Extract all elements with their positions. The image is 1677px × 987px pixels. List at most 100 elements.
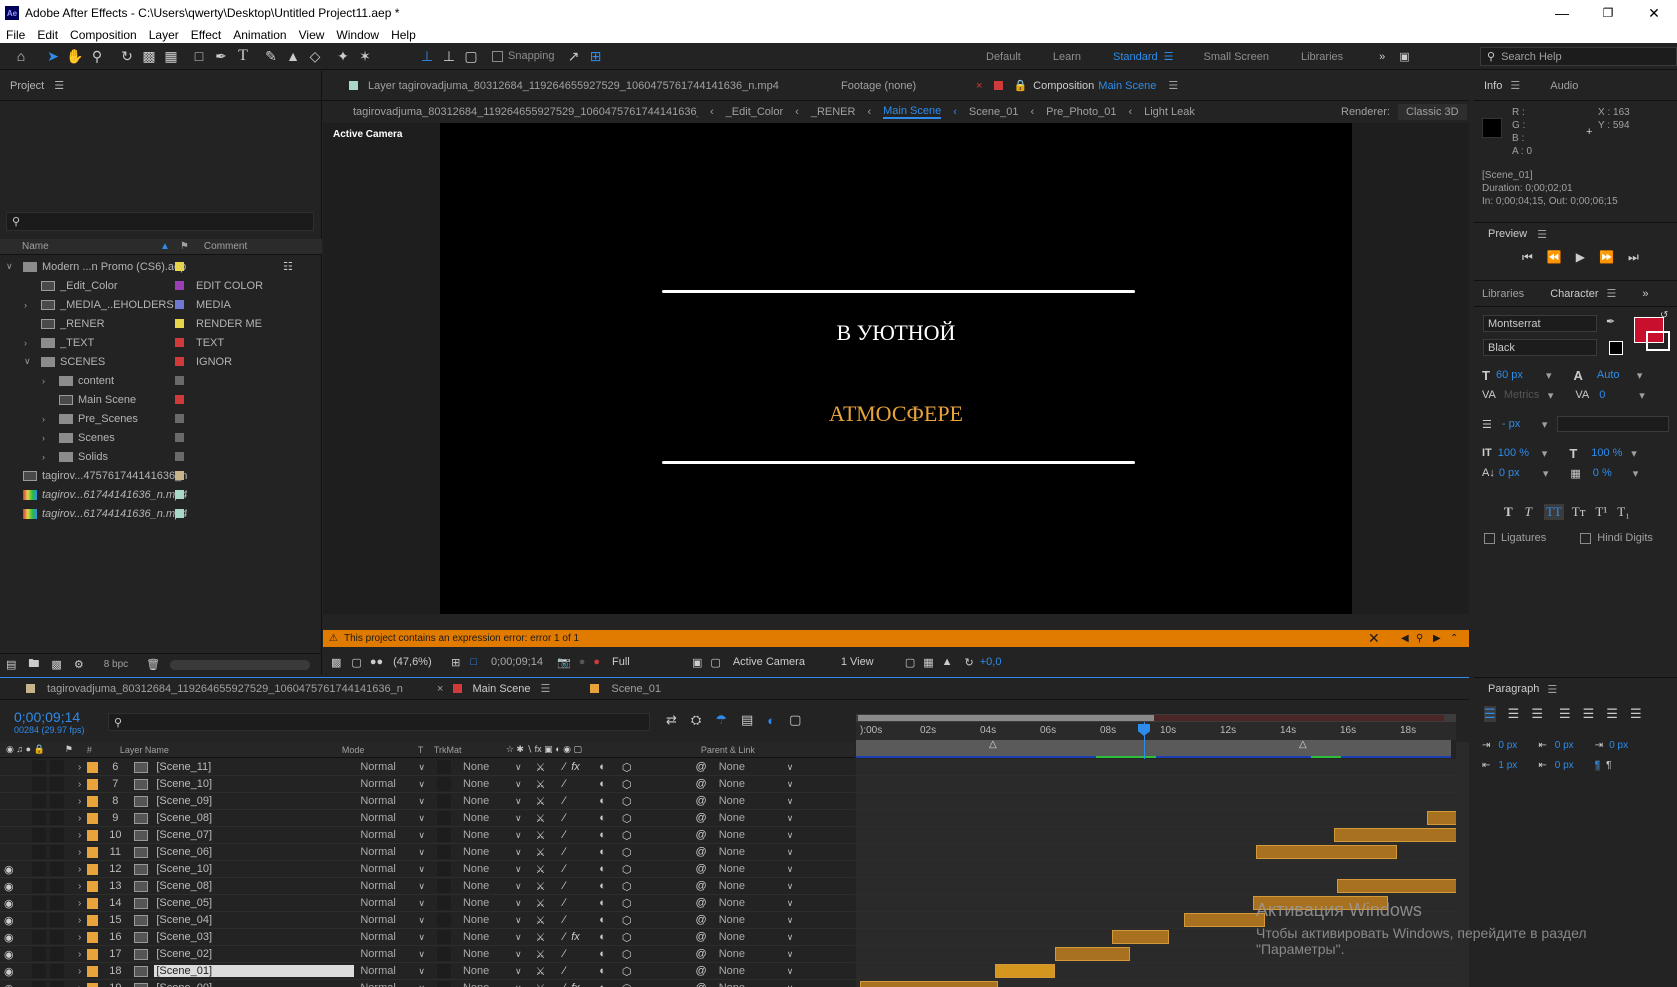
snapping-toggle[interactable]: Snapping xyxy=(492,50,555,62)
shy-switch-icon[interactable]: ⚔ xyxy=(536,931,546,944)
subscript-icon[interactable]: T₁ xyxy=(1617,504,1629,520)
collapse-error-icon[interactable]: ⌃ xyxy=(1450,633,1458,644)
blend-mode-dropdown[interactable]: Normal xyxy=(356,811,418,825)
layer-name[interactable]: [Scene_10] xyxy=(154,863,354,875)
layer-name[interactable]: [Scene_01] xyxy=(154,965,354,977)
project-item[interactable]: tagirov...61744141636_n.mp4 xyxy=(0,504,322,523)
snap-grid-icon[interactable]: ⊞ xyxy=(585,46,607,66)
project-item[interactable]: tagirov...475761744141636_n xyxy=(0,466,322,485)
parent-dropdown[interactable]: None xyxy=(715,828,787,842)
parent-pickwhip-icon[interactable]: @ xyxy=(696,761,707,773)
next-error-icon[interactable]: ▶ xyxy=(1433,633,1441,644)
lock-toggle[interactable] xyxy=(50,760,64,774)
layer-label-swatch[interactable] xyxy=(87,898,98,909)
motion-blur-switch-icon[interactable]: ◐ xyxy=(599,863,606,875)
timeline-tab-layer-comp[interactable]: tagirovadjuma_80312684_119264655927529_1… xyxy=(47,683,417,695)
parent-arrow-icon[interactable]: ∨ xyxy=(787,813,794,824)
play-icon[interactable]: ▶ xyxy=(1576,250,1585,264)
font-size-dropdown-icon[interactable]: ▾ xyxy=(1546,369,1552,382)
label-color-swatch[interactable] xyxy=(175,338,184,347)
space-before-value[interactable]: 1 px xyxy=(1498,760,1538,771)
frame-blending-icon[interactable]: ▤ xyxy=(741,712,753,728)
region-icon[interactable]: □ xyxy=(470,656,477,668)
project-panel-title[interactable]: Project xyxy=(10,80,44,92)
paragraph-menu-icon[interactable]: ☰ xyxy=(1547,683,1557,696)
font-family-dropdown[interactable]: Montserrat xyxy=(1483,315,1597,332)
menu-layer[interactable]: Layer xyxy=(149,28,179,42)
project-item[interactable]: ›Solids xyxy=(0,447,322,466)
parent-arrow-icon[interactable]: ∨ xyxy=(787,864,794,875)
expand-layer-icon[interactable]: › xyxy=(78,864,81,875)
blend-mode-arrow-icon[interactable]: ∨ xyxy=(418,864,425,875)
menu-animation[interactable]: Animation xyxy=(233,28,286,42)
parent-dropdown[interactable]: None xyxy=(715,947,787,961)
layer-row[interactable]: ◉›14[Scene_05]Normal∨None∨⚔∕◐⬡@None∨ xyxy=(0,895,855,912)
expand-layer-icon[interactable]: › xyxy=(78,796,81,807)
label-color-swatch[interactable] xyxy=(175,300,184,309)
collapse-switch-icon[interactable]: ∕ xyxy=(563,778,565,790)
shy-switch-icon[interactable]: ⚔ xyxy=(536,778,546,791)
menu-view[interactable]: View xyxy=(299,28,325,42)
new-folder-icon[interactable]: 🖿 xyxy=(28,655,39,674)
blend-mode-arrow-icon[interactable]: ∨ xyxy=(418,949,425,960)
hindi-digits-checkbox[interactable] xyxy=(1580,533,1591,544)
track-matte-dropdown[interactable]: None xyxy=(459,777,515,791)
expand-layer-icon[interactable]: › xyxy=(78,932,81,943)
preserve-transparency-toggle[interactable] xyxy=(437,913,451,927)
layer-name[interactable]: [Scene_07] xyxy=(154,829,354,841)
roto-brush-tool-icon[interactable]: ✦ xyxy=(332,46,354,66)
collapse-switch-icon[interactable]: ∕ xyxy=(563,914,565,926)
track-matte-arrow-icon[interactable]: ∨ xyxy=(515,779,522,790)
solo-toggle[interactable] xyxy=(32,811,46,825)
solo-toggle[interactable] xyxy=(32,964,46,978)
project-item[interactable]: ∨Modern ...n Promo (CS6).aep☷ xyxy=(0,257,322,276)
tracking-dropdown-icon[interactable]: ▾ xyxy=(1639,389,1645,402)
layer-duration-bar[interactable] xyxy=(860,981,998,987)
track-matte-dropdown[interactable]: None xyxy=(459,964,515,978)
tab-info[interactable]: Info xyxy=(1484,80,1502,92)
blend-mode-arrow-icon[interactable]: ∨ xyxy=(418,966,425,977)
solo-toggle[interactable] xyxy=(32,896,46,910)
3d-layer-switch-icon[interactable]: ⬡ xyxy=(622,965,632,978)
motion-blur-switch-icon[interactable]: ◐ xyxy=(599,914,606,926)
rectangle-tool-icon[interactable]: □ xyxy=(188,46,210,66)
menu-window[interactable]: Window xyxy=(336,28,379,42)
stroke-type-dropdown[interactable] xyxy=(1557,416,1669,432)
timeline-tab-scene01[interactable]: Scene_01 xyxy=(611,683,661,695)
motion-blur-switch-icon[interactable]: ◐ xyxy=(599,897,606,909)
previous-error-icon[interactable]: ◀ xyxy=(1401,633,1409,644)
label-column-icon[interactable]: ⚑ xyxy=(180,241,204,252)
track-matte-arrow-icon[interactable]: ∨ xyxy=(515,813,522,824)
faux-bold-icon[interactable]: T xyxy=(1504,504,1513,520)
horizontal-scale-value[interactable]: 100 % xyxy=(1591,447,1631,459)
tab-audio[interactable]: Audio xyxy=(1550,80,1578,92)
blend-mode-dropdown[interactable]: Normal xyxy=(356,896,418,910)
motion-blur-switch-icon[interactable]: ◐ xyxy=(599,931,606,943)
layer-label-swatch[interactable] xyxy=(87,762,98,773)
project-scrollbar[interactable] xyxy=(170,660,310,670)
bpc-label[interactable]: 8 bpc xyxy=(104,659,128,670)
column-name-header[interactable]: Name xyxy=(22,241,172,252)
pen-tool-icon[interactable]: ✒ xyxy=(210,46,232,66)
brush-tool-icon[interactable]: ✎ xyxy=(260,46,282,66)
3d-layer-switch-icon[interactable]: ⬡ xyxy=(622,846,632,859)
parent-arrow-icon[interactable]: ∨ xyxy=(787,966,794,977)
visibility-eye-icon[interactable]: ◉ xyxy=(4,948,22,961)
expand-arrow-icon[interactable]: › xyxy=(42,433,54,443)
lock-icon[interactable]: 🔒 xyxy=(1013,79,1027,92)
info-menu-icon[interactable]: ☰ xyxy=(1510,79,1520,92)
layer-label-swatch[interactable] xyxy=(87,830,98,841)
expand-layer-icon[interactable]: › xyxy=(78,949,81,960)
expand-layer-icon[interactable]: › xyxy=(78,966,81,977)
leading-value[interactable]: Auto xyxy=(1597,369,1637,381)
parent-arrow-icon[interactable]: ∨ xyxy=(787,847,794,858)
blend-mode-dropdown[interactable]: Normal xyxy=(356,828,418,842)
track-matte-dropdown[interactable]: None xyxy=(459,811,515,825)
project-item[interactable]: Main Scene xyxy=(0,390,322,409)
character-menu-icon[interactable]: ☰ xyxy=(1606,287,1616,300)
column-comment-header[interactable]: Comment xyxy=(204,241,247,252)
lock-toggle[interactable] xyxy=(50,879,64,893)
collapse-switch-icon[interactable]: ∕ xyxy=(563,829,565,841)
parent-dropdown[interactable]: None xyxy=(715,760,787,774)
collapse-switch-icon[interactable]: ∕ xyxy=(563,931,565,943)
